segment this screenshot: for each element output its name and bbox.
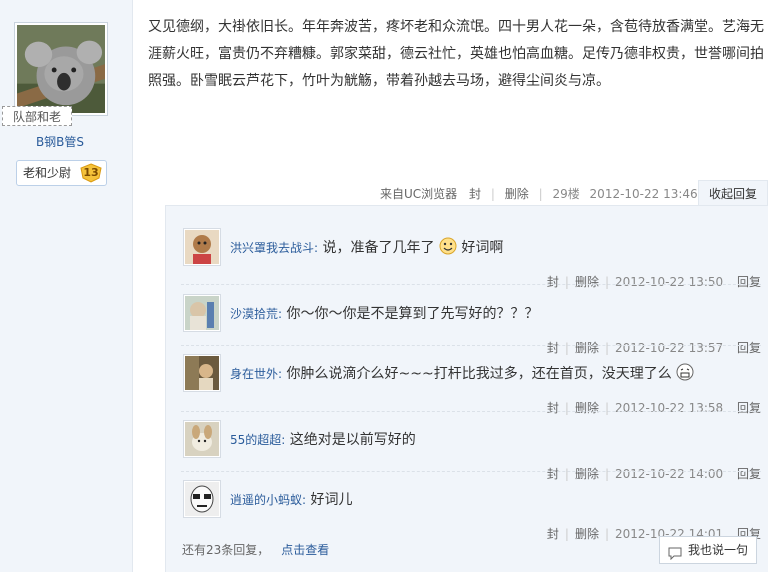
reply-avatar[interactable] — [183, 294, 221, 332]
reply-text: 说，准备了几年了 — [322, 240, 435, 256]
reply-block-link[interactable]: 封 — [547, 275, 559, 289]
reply-item: 身在世外: 你肿么说滴介么好~~~打杆比我过多，还在首页，没天理了么 封 | 删除 |… — [181, 354, 761, 416]
view-more-link[interactable]: 点击查看 — [281, 543, 329, 557]
post-meta: 来自UC浏览器 封 | 删除 | 29楼 2012-10-22 13:46 — [380, 185, 698, 202]
reply-divider — [181, 471, 761, 472]
author-avatar[interactable] — [14, 22, 108, 116]
reply-time: 2012-10-22 14:00 — [615, 467, 724, 481]
reply-line: 洪兴罩我去战斗: 说，准备了几年了 好词啊 — [230, 237, 503, 257]
reply-time: 2012-10-22 13:50 — [615, 275, 724, 289]
reply-avatar[interactable] — [183, 480, 221, 518]
reply-username[interactable]: 身在世外: — [230, 367, 282, 381]
reply-reply-link[interactable]: 回复 — [737, 401, 761, 415]
reply-text: 你肿么说滴介么好~~~打杆比我过多，还在首页，没天理了么 — [286, 366, 672, 382]
reply-username[interactable]: 沙漠拾荒: — [230, 307, 282, 321]
level-badge-icon: 13 — [80, 163, 102, 183]
grin-face-emoji-icon — [676, 363, 694, 381]
post-body: 又见德纲，大褂依旧长。年年奔波苦，疼坏老和众流氓。四十男人花一朵，含苞待放香满堂… — [148, 19, 764, 89]
meta-separator: | — [564, 341, 569, 355]
reply-panel: 洪兴罩我去战斗: 说，准备了几年了 好词啊 封 | 删除 | 2012-10-22 13… — [165, 205, 768, 572]
smile-face-emoji-icon — [439, 237, 457, 255]
rank-level: 13 — [83, 166, 99, 179]
author-username[interactable]: B钢B管S — [0, 133, 120, 150]
post-time: 2012-10-22 13:46 — [589, 187, 698, 201]
speech-bubble-icon — [668, 543, 682, 561]
meta-separator: | — [604, 401, 610, 415]
reply-delete-link[interactable]: 删除 — [575, 467, 599, 481]
reply-meta: 封 | 删除 | 2012-10-22 13:58 回复 — [547, 399, 761, 416]
koala-avatar-image — [17, 25, 105, 113]
more-replies-count: 还有23条回复， — [182, 543, 270, 557]
reply-avatar[interactable] — [183, 354, 221, 392]
reply-avatar[interactable] — [183, 228, 221, 266]
reply-divider — [181, 411, 761, 412]
reply-line: 55的超超: 这绝对是以前写好的 — [230, 429, 416, 449]
meta-separator: | — [604, 527, 610, 541]
post-delete-link[interactable]: 删除 — [505, 187, 529, 201]
meta-separator: | — [604, 467, 610, 481]
meta-separator: | — [564, 527, 569, 541]
meta-separator: | — [490, 187, 495, 201]
meta-separator: | — [564, 275, 569, 289]
collapse-replies-button[interactable]: 收起回复 — [698, 180, 768, 206]
author-sidebar: 队部和老 B钢B管S 老和少尉 13 — [0, 0, 133, 572]
reply-delete-link[interactable]: 删除 — [575, 275, 599, 289]
reply-delete-link[interactable]: 删除 — [575, 341, 599, 355]
meta-separator: | — [604, 275, 610, 289]
reply-time: 2012-10-22 13:57 — [615, 341, 724, 355]
reply-text-continued: 好词啊 — [461, 240, 504, 256]
post-source: 来自UC浏览器 — [380, 187, 458, 201]
reply-text: 好词儿 — [310, 492, 353, 508]
reply-time: 2012-10-22 13:58 — [615, 401, 724, 415]
reply-block-link[interactable]: 封 — [547, 467, 559, 481]
reply-line: 逍遥的小蚂蚁: 好词儿 — [230, 489, 353, 509]
reply-block-link[interactable]: 封 — [547, 341, 559, 355]
reply-reply-link[interactable]: 回复 — [737, 467, 761, 481]
post-block-link[interactable]: 封 — [469, 187, 481, 201]
meta-separator: | — [564, 467, 569, 481]
reply-block-link[interactable]: 封 — [547, 401, 559, 415]
reply-username[interactable]: 逍遥的小蚂蚁: — [230, 493, 306, 507]
reply-block-link[interactable]: 封 — [547, 527, 559, 541]
reply-delete-link[interactable]: 删除 — [575, 401, 599, 415]
meta-separator: | — [538, 187, 543, 201]
reply-item: 逍遥的小蚂蚁: 好词儿 封 | 删除 | 2012-10-22 14:01 回复 — [181, 480, 761, 541]
reply-text: 你～你～你是不是算到了先写好的？？？ — [286, 306, 539, 322]
reply-avatar[interactable] — [183, 420, 221, 458]
reply-line: 沙漠拾荒: 你～你～你是不是算到了先写好的？？？ — [230, 303, 539, 323]
meta-separator: | — [604, 341, 610, 355]
reply-divider — [181, 345, 761, 346]
reply-reply-link[interactable]: 回复 — [737, 275, 761, 289]
post-floor: 29楼 — [552, 187, 580, 201]
say-something-button[interactable]: 我也说一句 — [659, 536, 757, 564]
reply-text: 这绝对是以前写好的 — [289, 432, 416, 448]
reply-item: 洪兴罩我去战斗: 说，准备了几年了 好词啊 封 | 删除 | 2012-10-22 13… — [181, 228, 761, 290]
reply-username[interactable]: 55的超超: — [230, 433, 285, 447]
author-tag: 队部和老 — [2, 106, 72, 126]
say-something-label: 我也说一句 — [688, 543, 749, 557]
reply-username[interactable]: 洪兴罩我去战斗: — [230, 241, 318, 255]
reply-reply-link[interactable]: 回复 — [737, 341, 761, 355]
reply-divider — [181, 284, 761, 285]
reply-meta: 封 | 删除 | 2012-10-22 13:50 回复 — [547, 273, 761, 290]
reply-delete-link[interactable]: 删除 — [575, 527, 599, 541]
more-replies: 还有23条回复， 点击查看 — [182, 541, 329, 558]
author-rank-badge[interactable]: 老和少尉 13 — [16, 160, 107, 186]
meta-separator: | — [564, 401, 569, 415]
rank-label: 老和少尉 — [23, 166, 72, 180]
reply-line: 身在世外: 你肿么说滴介么好~~~打杆比我过多，还在首页，没天理了么 — [230, 363, 694, 383]
